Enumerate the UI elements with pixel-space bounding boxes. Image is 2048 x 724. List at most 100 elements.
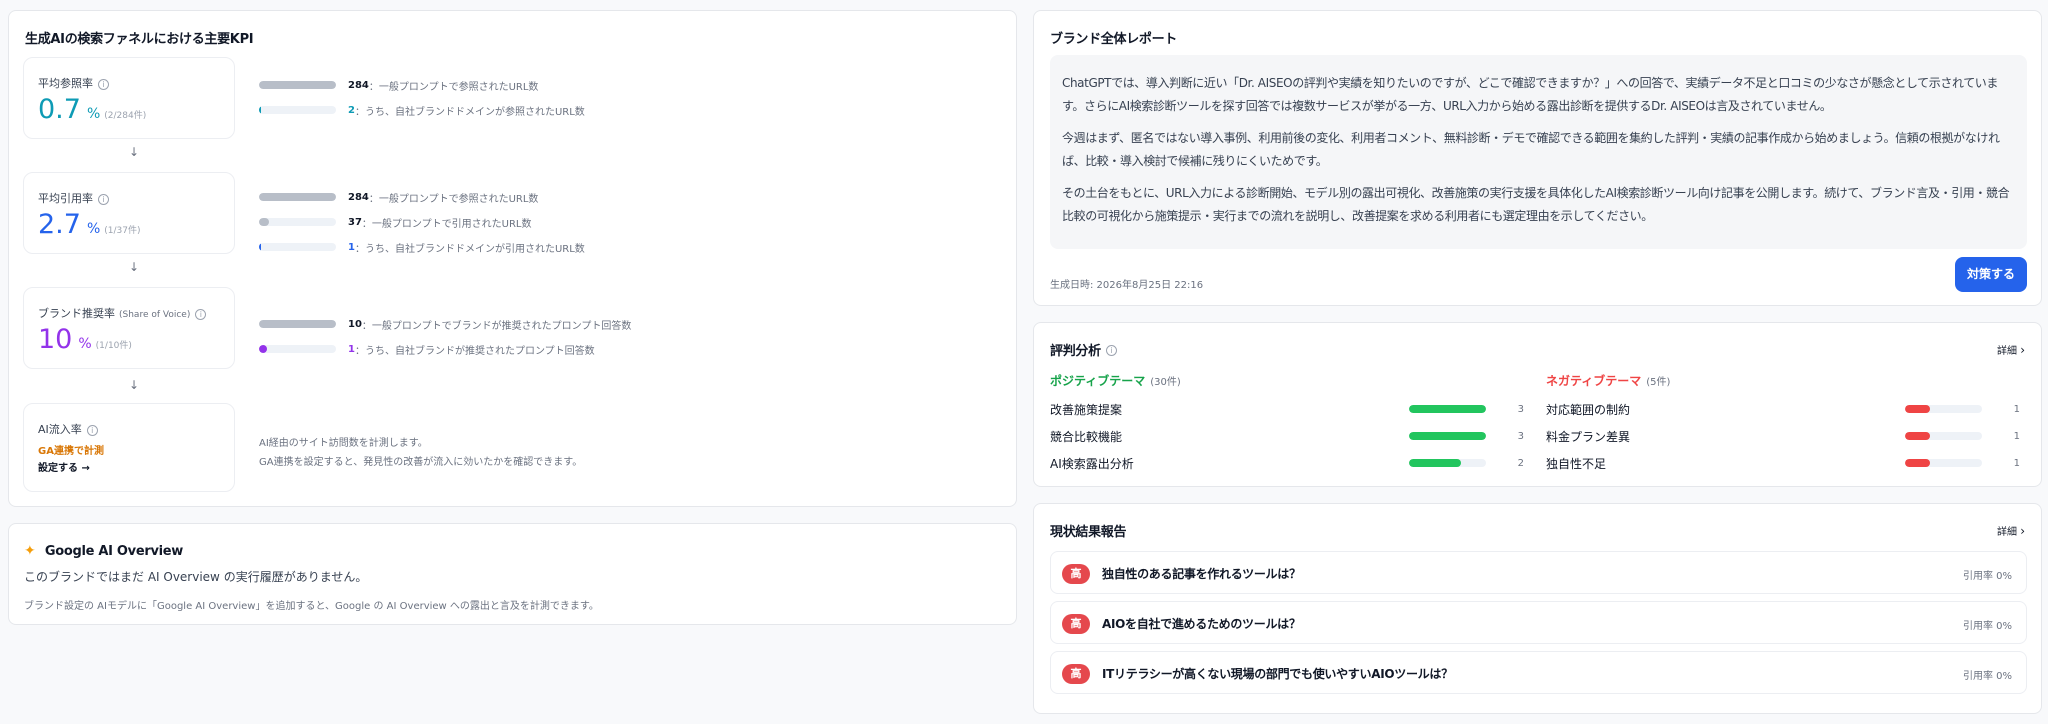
chevron-right-icon: › — [2020, 524, 2025, 538]
kpi-ai-inflow: AI流入率 i GA連携で計測 設定する → — [23, 403, 235, 492]
status-detail-link[interactable]: 詳細 › — [1997, 523, 2025, 538]
aio-title: Google AI Overview — [44, 544, 183, 559]
reference-rate-value: 0.7 — [38, 94, 81, 125]
status-title: 現状結果報告 — [1050, 525, 1127, 540]
kpi-card: 生成AIの検索ファネルにおける主要KPI 平均参照率 i 0.7% (2/284件)… — [8, 10, 1017, 507]
funnel-arrow-icon: ↓ — [129, 378, 140, 392]
sov-bar-0-num: 10 — [348, 318, 362, 330]
sov-bar-1-fill — [259, 345, 267, 353]
ref-bar-0-fill — [259, 81, 336, 89]
ai-inflow-note-1: AI経由のサイト訪問数を計測します。 — [259, 438, 428, 449]
negative-theme-1-label: 料金プラン差異 — [1546, 429, 1631, 444]
kpi-reference-rate: 平均参照率 i 0.7% (2/284件) — [23, 57, 235, 139]
cite-bar-row: 284 ：一般プロンプトで参照されたURL数 — [259, 189, 538, 205]
sov-bar-0-desc: ：一般プロンプトでブランドが推奨されたプロンプト回答数 — [361, 320, 632, 332]
status-item[interactable]: 高 ITリテラシーが高くない現場の部門でも使いやすいAIOツールは？ 引用率 0% — [1050, 651, 2027, 694]
ref-bar-row: 284 ：一般プロンプトで参照されたURL数 — [259, 77, 538, 93]
positive-theme-count: (30件) — [1150, 377, 1181, 388]
citation-rate-unit: % — [86, 221, 101, 237]
cite-bar-1-fill — [259, 218, 269, 226]
positive-theme-1-fill — [1409, 432, 1486, 440]
negative-theme-2-fill — [1905, 459, 1931, 467]
ref-bar-1-desc: ：うち、自社ブランドドメインが参照されたURL数 — [354, 106, 585, 118]
priority-badge: 高 — [1062, 664, 1090, 684]
status-item[interactable]: 高 AIOを自社で進めるためのツールは？ 引用率 0% — [1050, 601, 2027, 644]
report-body: ChatGPTでは、導入判断に近い「Dr. AISEOの評判や実績を知りたいので… — [1050, 55, 2027, 249]
positive-theme-2-count: 2 — [1517, 457, 1524, 469]
sov-bar-1-desc: ：うち、自社ブランドが推奨されたプロンプト回答数 — [354, 345, 595, 357]
negative-theme-1-fill — [1905, 432, 1931, 440]
positive-theme-1-label: 競合比較機能 — [1050, 429, 1123, 444]
status-item-rate: 引用率 0% — [1962, 571, 2012, 582]
cite-bar-2-fill — [259, 243, 261, 251]
priority-badge: 高 — [1062, 614, 1090, 634]
negative-theme-1-count: 1 — [2013, 430, 2020, 442]
sov-bar-row: 1 ：うち、自社ブランドが推奨されたプロンプト回答数 — [259, 341, 595, 357]
citation-rate-label: 平均引用率 — [38, 192, 93, 205]
ai-inflow-label: AI流入率 — [38, 423, 82, 436]
report-title: ブランド全体レポート — [1050, 32, 1178, 47]
cite-bar-row: 37 ：一般プロンプトで引用されたURL数 — [259, 214, 531, 230]
cite-bar-2-num: 1 — [348, 241, 355, 253]
chevron-right-icon: › — [2020, 343, 2025, 357]
status-detail-label: 詳細 — [1997, 527, 2017, 538]
citation-rate-sub: (1/37件) — [104, 226, 141, 236]
positive-theme-row: 競合比較機能 3 — [1050, 426, 1524, 446]
ref-bar-row: 2 ：うち、自社ブランドドメインが参照されたURL数 — [259, 102, 585, 118]
funnel-arrow-icon: ↓ — [129, 260, 140, 274]
info-icon[interactable]: i — [98, 193, 109, 205]
sov-label: ブランド推奨率 — [38, 307, 115, 320]
status-item-text: AIOを自社で進めるためのツールは？ — [1102, 617, 1301, 631]
sov-bar-row: 10 ：一般プロンプトでブランドが推奨されたプロンプト回答数 — [259, 316, 631, 332]
negative-theme-0-label: 対応範囲の制約 — [1546, 402, 1631, 417]
sov-value: 10 — [38, 324, 73, 355]
status-item-text: 独自性のある記事を作れるツールは？ — [1102, 567, 1301, 581]
report-paragraph-1: ChatGPTでは、導入判断に近い「Dr. AISEOの評判や実績を知りたいので… — [1062, 76, 1999, 113]
positive-theme-0-fill — [1409, 405, 1486, 413]
positive-theme-1-count: 3 — [1517, 430, 1524, 442]
negative-theme-count: (5件) — [1646, 377, 1671, 388]
status-item[interactable]: 高独自性のある記事を作れるツールは？ 引用率 0% — [1050, 551, 2027, 594]
aio-note: ブランド設定の AIモデルに「Google AI Overview」を追加すると… — [24, 601, 599, 612]
ref-bar-0-desc: ：一般プロンプトで参照されたURL数 — [368, 81, 539, 93]
kpi-citation-rate: 平均引用率 i 2.7% (1/37件) — [23, 172, 235, 254]
google-ai-overview-card: ✦ Google AI Overview このブランドではまだ AI Overv… — [8, 523, 1017, 625]
ai-inflow-status: GA連携で計測 — [38, 446, 104, 457]
sov-sub: (1/10件) — [95, 341, 132, 351]
info-icon[interactable]: i — [1105, 345, 1117, 356]
positive-theme-0-label: 改善施策提案 — [1050, 402, 1123, 417]
reference-rate-label: 平均参照率 — [38, 77, 93, 90]
negative-theme-2-label: 独自性不足 — [1546, 456, 1607, 471]
negative-theme-2-count: 1 — [2013, 457, 2020, 469]
cite-bar-0-desc: ：一般プロンプトで参照されたURL数 — [368, 193, 539, 205]
status-item-rate: 引用率 0% — [1962, 671, 2012, 682]
negative-theme-row: 対応範囲の制約 1 — [1546, 399, 2020, 419]
info-icon[interactable]: i — [98, 78, 109, 90]
cite-bar-0-num: 284 — [348, 191, 369, 203]
status-report-card: 現状結果報告 詳細 › 高独自性のある記事を作れるツールは？ 引用率 0% 高 AI… — [1033, 503, 2042, 714]
reference-rate-sub: (2/284件) — [104, 111, 147, 121]
ai-inflow-setup-link[interactable]: 設定する → — [38, 459, 90, 474]
info-icon[interactable]: i — [195, 308, 207, 320]
take-action-button[interactable]: 対策する — [1955, 257, 2027, 292]
reputation-detail-link[interactable]: 詳細 › — [1997, 342, 2025, 357]
cite-bar-1-num: 37 — [348, 216, 362, 228]
cite-bar-2-desc: ：うち、自社ブランドドメインが引用されたURL数 — [354, 243, 585, 255]
positive-theme-2-fill — [1409, 459, 1461, 467]
sov-bar-1-num: 1 — [348, 343, 355, 355]
cite-bar-0-fill — [259, 193, 336, 201]
positive-theme-row: 改善施策提案 3 — [1050, 399, 1524, 419]
priority-badge: 高 — [1062, 564, 1090, 584]
positive-theme-label: ポジティブテーマ — [1050, 374, 1146, 388]
citation-rate-value: 2.7 — [38, 209, 81, 240]
ref-bar-1-fill — [259, 106, 261, 114]
sov-unit: % — [78, 336, 92, 352]
negative-theme-0-count: 1 — [2013, 403, 2020, 415]
negative-theme-row: 料金プラン差異 1 — [1546, 426, 2020, 446]
report-generated-at: 生成日時: 2026年8月25日 22:16 — [1050, 280, 1204, 291]
kpi-share-of-voice: ブランド推奨率 (Share of Voice) i 10% (1/10件) — [23, 287, 235, 369]
info-icon[interactable]: i — [86, 424, 98, 436]
ai-inflow-note-2: GA連携を設定すると、発見性の改善が流入に効いたかを確認できます。 — [259, 457, 583, 468]
status-item-rate: 引用率 0% — [1962, 621, 2012, 632]
cite-bar-row: 1 ：うち、自社ブランドドメインが引用されたURL数 — [259, 239, 585, 255]
